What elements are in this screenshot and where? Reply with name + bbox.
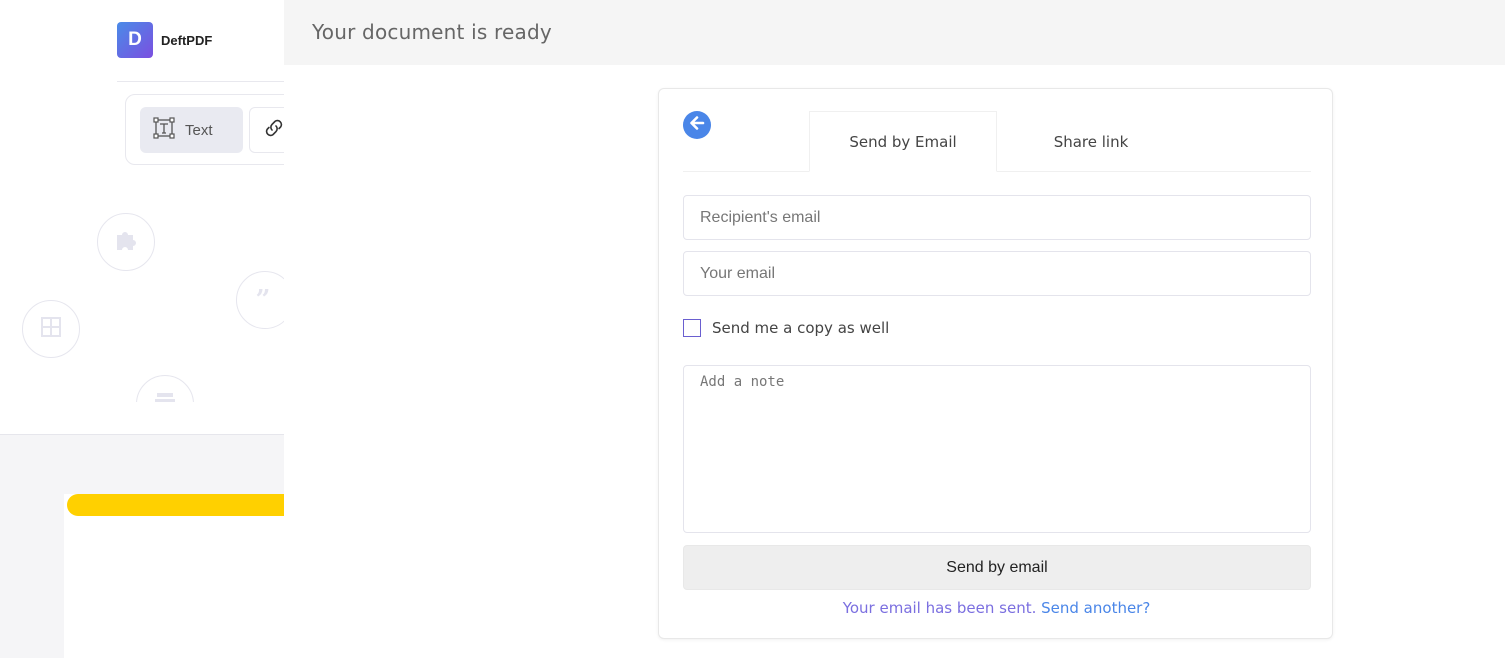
table-bubble[interactable]	[22, 300, 80, 358]
tool-panel: Text	[125, 94, 284, 165]
header: Your document is ready	[284, 0, 1505, 65]
your-email-input[interactable]	[683, 251, 1311, 296]
recipient-email-input[interactable]	[683, 195, 1311, 240]
text-tool-label: Text	[185, 121, 213, 139]
note-textarea[interactable]	[683, 365, 1311, 533]
brand[interactable]: D DeftPDF	[117, 22, 212, 58]
divider	[117, 81, 284, 82]
tab-send-by-email[interactable]: Send by Email	[809, 111, 997, 172]
screen: D DeftPDF Text ” Your document is ready …	[0, 0, 1505, 658]
email-sent-text: Your email has been sent.	[842, 599, 1037, 617]
status-message: Your email has been sent. Send another?	[659, 599, 1334, 617]
table-icon	[40, 316, 62, 342]
tab-share-link[interactable]: Share link	[997, 111, 1185, 172]
document-page	[64, 494, 284, 658]
send-copy-label: Send me a copy as well	[712, 319, 890, 337]
link-tool-button[interactable]	[249, 107, 284, 153]
send-another-link[interactable]: Send another?	[1041, 599, 1150, 617]
link-icon	[262, 116, 284, 144]
text-tool-button[interactable]: Text	[140, 107, 243, 153]
stamp-bubble[interactable]	[136, 375, 194, 402]
back-button[interactable]	[683, 111, 711, 139]
text-box-icon	[153, 117, 175, 143]
brand-name: DeftPDF	[161, 32, 213, 48]
brand-logo: D	[117, 22, 153, 58]
highlight-annotation[interactable]	[67, 494, 284, 516]
send-copy-option[interactable]: Send me a copy as well	[683, 319, 889, 337]
puzzle-icon	[113, 227, 139, 257]
page-title: Your document is ready	[312, 20, 552, 44]
send-copy-checkbox[interactable]	[683, 319, 701, 337]
share-dialog: Send by Email Share link Send me a copy …	[658, 88, 1333, 639]
tool-bubbles: ”	[0, 200, 284, 402]
puzzle-bubble[interactable]	[97, 213, 155, 271]
send-by-email-button[interactable]: Send by email	[683, 545, 1311, 590]
quote-icon: ”	[255, 285, 271, 315]
quote-bubble[interactable]: ”	[236, 271, 284, 329]
stamp-icon	[154, 390, 176, 402]
arrow-left-circle-icon	[688, 114, 706, 136]
editor-sidebar: D DeftPDF Text ”	[0, 0, 284, 658]
